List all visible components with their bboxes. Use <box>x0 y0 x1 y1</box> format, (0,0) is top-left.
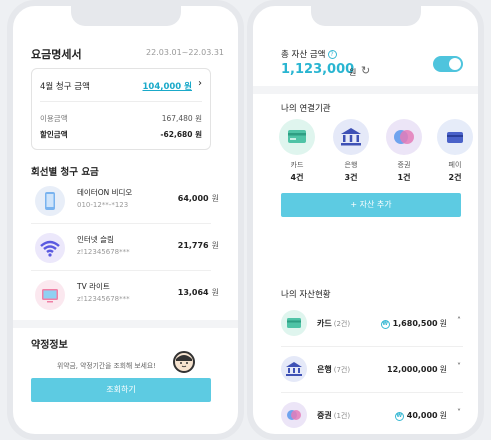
discount-label: 할인금액 <box>40 130 68 139</box>
chevron-up-icon[interactable]: ˄ <box>457 316 461 325</box>
asset-name: 카드 (2건) <box>317 319 351 328</box>
bank-icon <box>333 119 369 155</box>
line-name: TV 라이트 <box>77 282 110 291</box>
pay-icon <box>437 119 473 155</box>
securities-icon <box>386 119 422 155</box>
chevron-down-icon[interactable]: ˅ <box>457 362 461 371</box>
usage-label: 이용금액 <box>40 114 68 123</box>
asset-amount: 12,000,000 원 <box>387 365 447 374</box>
discount-row: 할인금액 -62,680 원 <box>40 129 202 141</box>
assets-phone: 총 자산 금액? 1,123,000 원 ↻ 나의 연결기관 카드 4건 은행 … <box>247 0 484 440</box>
add-asset-button[interactable]: + 자산 추가 <box>281 193 461 217</box>
institution-name: 은행 <box>344 161 358 169</box>
assets-title: 나의 자산현황 <box>281 290 331 300</box>
lines-section-title: 회선별 청구 요금 <box>31 167 99 178</box>
usage-row: 이용금액 167,480 원 <box>40 113 202 125</box>
institution-name: 증권 <box>397 161 411 169</box>
card-icon <box>281 310 307 336</box>
usage-value: 167,480 원 <box>161 114 202 123</box>
bill-amount-link[interactable]: 104,000 원 <box>143 80 193 92</box>
institution-pay[interactable]: 페이 2건 <box>435 119 475 183</box>
wifi-icon <box>35 233 65 263</box>
bill-amount-label: 4월 청구 금액 <box>40 82 90 92</box>
discount-value: -62,680 원 <box>160 130 202 139</box>
asset-row-bank[interactable]: 은행 (7건) 12,000,000 원 ˅ <box>281 352 463 392</box>
asset-visibility-toggle[interactable] <box>433 56 463 72</box>
institution-count: 4건 <box>290 173 304 182</box>
bill-phone: 요금명세서 22.03.01~22.03.31 4월 청구 금액 104,000… <box>7 0 244 440</box>
divider <box>31 223 211 224</box>
line-number: 010-12**-*123 <box>77 201 129 209</box>
smartphone-icon <box>35 186 65 216</box>
contract-description: 위약금, 약정기간을 조회해 보세요! <box>57 362 156 370</box>
contract-section-title: 약정정보 <box>31 340 68 351</box>
asset-name: 은행 (7건) <box>317 365 351 374</box>
bill-summary-card: 4월 청구 금액 104,000 원 › 이용금액 167,480 원 할인금액… <box>31 68 211 150</box>
institution-count: 3건 <box>344 173 358 182</box>
section-divider <box>13 320 238 328</box>
line-item[interactable]: 인터넷 슬림 z!12345678*** 21,776 원 <box>31 225 227 271</box>
divider <box>31 270 211 271</box>
line-item[interactable]: TV 라이트 z!12345678*** 13,064 원 <box>31 272 227 318</box>
securities-icon <box>281 402 307 428</box>
total-assets-label: 총 자산 금액? <box>281 48 337 60</box>
institution-count: 2건 <box>448 173 462 182</box>
institution-name: 카드 <box>290 161 304 169</box>
line-price: 13,064 원 <box>177 288 219 297</box>
chevron-right-icon[interactable]: › <box>198 78 202 89</box>
section-divider <box>253 86 478 94</box>
coin-icon: ₩ <box>394 412 404 421</box>
divider <box>281 392 463 393</box>
total-assets-amount: 1,123,000 <box>281 62 355 77</box>
coin-icon: ₩ <box>380 320 390 329</box>
refresh-icon[interactable]: ↻ <box>361 64 370 77</box>
total-assets-unit: 원 <box>349 68 357 77</box>
spacer <box>253 232 478 276</box>
inquiry-button[interactable]: 조회하기 <box>31 378 211 402</box>
divider <box>281 346 463 347</box>
asset-row-card[interactable]: 카드 (2건) ₩1,680,500 원 ˄ <box>281 306 463 346</box>
asset-row-securities[interactable]: 증권 (1건) ₩40,000 원 ˅ <box>281 398 463 434</box>
bill-amount-row[interactable]: 4월 청구 금액 104,000 원 › <box>40 78 202 94</box>
card-icon <box>279 119 315 155</box>
asset-name: 증권 (1건) <box>317 411 351 420</box>
avatar <box>173 351 195 373</box>
institution-bank[interactable]: 은행 3건 <box>331 119 371 183</box>
billing-period: 22.03.01~22.03.31 <box>146 48 224 57</box>
tv-icon <box>35 280 65 310</box>
line-price: 64,000 원 <box>177 194 219 203</box>
chevron-down-icon[interactable]: ˅ <box>457 408 461 417</box>
institution-securities[interactable]: 증권 1건 <box>384 119 424 183</box>
line-name: 데이터ON 비디오 <box>77 188 133 197</box>
info-icon[interactable]: ? <box>327 50 337 59</box>
line-price: 21,776 원 <box>177 241 219 250</box>
institutions-title: 나의 연결기관 <box>281 104 331 114</box>
divider <box>40 101 202 102</box>
institution-count: 1건 <box>397 173 411 182</box>
page-title: 요금명세서 <box>31 48 82 61</box>
institution-name: 페이 <box>448 161 462 169</box>
asset-amount: ₩40,000 원 <box>394 411 447 421</box>
line-item[interactable]: 데이터ON 비디오 010-12**-*123 64,000 원 <box>31 178 227 224</box>
bank-icon <box>281 356 307 382</box>
line-number: z!12345678*** <box>77 248 130 256</box>
institution-card[interactable]: 카드 4건 <box>277 119 317 183</box>
line-name: 인터넷 슬림 <box>77 235 114 244</box>
line-number: z!12345678*** <box>77 295 130 303</box>
asset-amount: ₩1,680,500 원 <box>380 319 447 329</box>
